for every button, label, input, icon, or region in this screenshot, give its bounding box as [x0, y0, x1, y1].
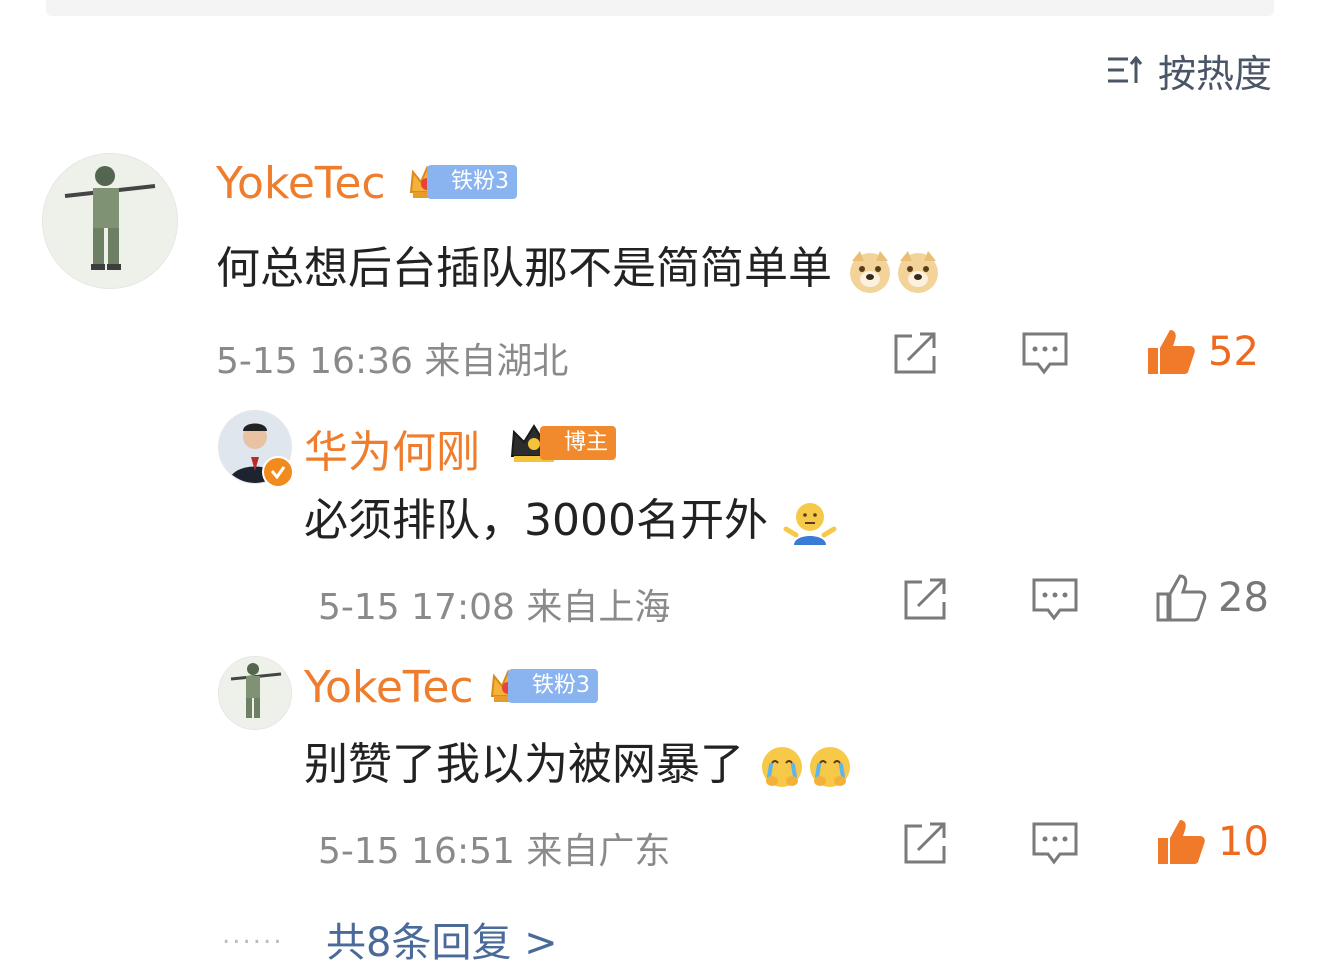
- reply-text-row-1: 必须排队，3000名开外: [304, 484, 838, 548]
- reply-meta-2: 5-15 16:51 来自广东: [318, 831, 671, 872]
- crying-emoji: [762, 747, 802, 787]
- doge-emoji: [898, 251, 938, 293]
- thumbs-up-outline-icon: [1156, 574, 1207, 622]
- shrug-emoji: [783, 503, 837, 545]
- comment-icon: [1032, 822, 1078, 865]
- blogger-badge: 博主: [508, 420, 617, 466]
- top-divider: [46, 0, 1274, 16]
- comment-meta: 5-15 16:36 来自湖北: [216, 341, 569, 382]
- thumbs-up-icon: [1158, 820, 1205, 864]
- share-icon: [904, 822, 946, 864]
- comment-text: 何总想后台插队那不是简简单单: [216, 243, 832, 294]
- doge-emoji: [850, 251, 890, 293]
- divider-dots: ......: [222, 920, 284, 950]
- reply-text-row-2: 别赞了我以为被网暴了: [304, 728, 854, 792]
- blogger-badge-label: 博主: [540, 426, 617, 460]
- sort-by-hot-button[interactable]: 按热度: [1106, 46, 1272, 96]
- reply-username-2[interactable]: YokeTec: [304, 662, 474, 713]
- like-button-reply-2[interactable]: 10: [1154, 816, 1269, 868]
- crying-emoji: [810, 747, 850, 787]
- comment-username[interactable]: YokeTec: [216, 158, 386, 209]
- share-icon: [894, 332, 936, 374]
- share-button-reply-2[interactable]: [900, 820, 950, 866]
- thumbs-up-icon: [1148, 330, 1195, 374]
- share-button[interactable]: [890, 330, 940, 376]
- like-button-reply-1[interactable]: 28: [1154, 572, 1269, 624]
- like-button[interactable]: 52: [1144, 326, 1259, 378]
- reply-text-1: 必须排队，3000名开外: [304, 495, 768, 546]
- like-count-reply-1: 28: [1218, 575, 1269, 621]
- soldier-avatar-image: [43, 154, 177, 288]
- share-button-reply-1[interactable]: [900, 576, 950, 622]
- like-count: 52: [1208, 329, 1259, 375]
- sort-icon: [1107, 55, 1143, 83]
- reply-username-1[interactable]: 华为何刚: [304, 416, 480, 480]
- comment-icon: [1022, 332, 1068, 375]
- fan-badge: 铁粉3: [407, 162, 517, 202]
- avatar-yoketec-reply[interactable]: [218, 656, 292, 730]
- verified-badge-icon: [262, 456, 294, 488]
- avatar-yoketec[interactable]: [42, 153, 178, 289]
- reply-text-2: 别赞了我以为被网暴了: [304, 739, 744, 790]
- comment-text-row: 何总想后台插队那不是简简单单: [216, 232, 942, 296]
- reply-meta-1: 5-15 17:08 来自上海: [318, 587, 671, 628]
- share-icon: [904, 578, 946, 620]
- comment-icon: [1032, 578, 1078, 621]
- soldier-avatar-image: [219, 657, 291, 729]
- reply-button-reply-1[interactable]: [1030, 576, 1080, 624]
- reply-button-reply-2[interactable]: [1030, 820, 1080, 868]
- fan-badge-label-reply-2: 铁粉3: [508, 669, 598, 703]
- reply-button[interactable]: [1020, 330, 1070, 378]
- fan-badge-reply-2: 铁粉3: [488, 666, 598, 706]
- fan-badge-label: 铁粉3: [427, 165, 517, 199]
- sort-label: 按热度: [1157, 51, 1272, 96]
- view-more-replies-link[interactable]: 共8条回复 >: [326, 910, 558, 968]
- like-count-reply-2: 10: [1218, 819, 1269, 865]
